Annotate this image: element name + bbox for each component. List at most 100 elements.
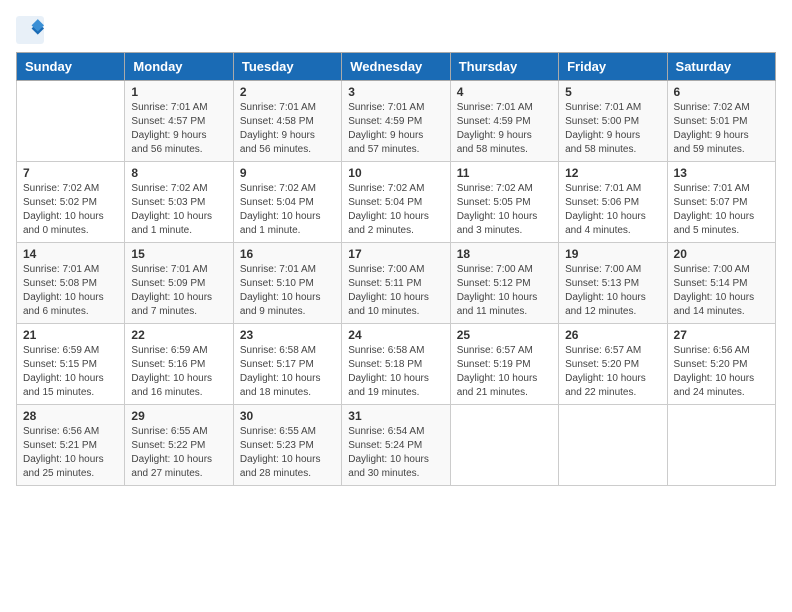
day-info: Sunrise: 7:01 AM Sunset: 5:08 PM Dayligh… <box>23 263 118 319</box>
day-number: 31 <box>348 409 443 423</box>
day-info: Sunrise: 7:00 AM Sunset: 5:11 PM Dayligh… <box>348 263 443 319</box>
day-info: Sunrise: 7:01 AM Sunset: 5:00 PM Dayligh… <box>565 101 660 157</box>
calendar-cell: 10 Sunrise: 7:02 AM Sunset: 5:04 PM Dayli… <box>342 162 450 243</box>
day-number: 6 <box>674 85 769 99</box>
day-number: 5 <box>565 85 660 99</box>
calendar-cell: 28Sunrise: 6:56 AM Sunset: 5:21 PM Dayli… <box>17 405 125 486</box>
day-number: 10 <box>348 166 443 180</box>
day-number: 17 <box>348 247 443 261</box>
day-info: Sunrise: 6:54 AM Sunset: 5:24 PM Dayligh… <box>348 425 443 481</box>
calendar-week-2: 7 Sunrise: 7:02 AM Sunset: 5:02 PM Daylig… <box>17 162 776 243</box>
calendar-cell <box>450 405 558 486</box>
weekday-header-friday: Friday <box>559 53 667 81</box>
day-info: Sunrise: 6:57 AM Sunset: 5:20 PM Dayligh… <box>565 344 660 400</box>
day-info: Sunrise: 7:02 AM Sunset: 5:05 PM Dayligh… <box>457 182 552 238</box>
calendar-cell: 26 Sunrise: 6:57 AM Sunset: 5:20 PM Dayli… <box>559 324 667 405</box>
day-info: Sunrise: 6:58 AM Sunset: 5:18 PM Dayligh… <box>348 344 443 400</box>
day-number: 11 <box>457 166 552 180</box>
calendar-cell: 22 Sunrise: 6:59 AM Sunset: 5:16 PM Dayli… <box>125 324 233 405</box>
day-number: 14 <box>23 247 118 261</box>
day-info: Sunrise: 7:01 AM Sunset: 4:57 PM Dayligh… <box>131 101 226 157</box>
day-info: Sunrise: 6:59 AM Sunset: 5:16 PM Dayligh… <box>131 344 226 400</box>
day-info: Sunrise: 6:56 AM Sunset: 5:20 PM Dayligh… <box>674 344 769 400</box>
calendar-cell: 25 Sunrise: 6:57 AM Sunset: 5:19 PM Dayli… <box>450 324 558 405</box>
calendar-cell: 27Sunrise: 6:56 AM Sunset: 5:20 PM Dayli… <box>667 324 775 405</box>
weekday-header-row: SundayMondayTuesdayWednesdayThursdayFrid… <box>17 53 776 81</box>
calendar-body: 1 Sunrise: 7:01 AM Sunset: 4:57 PM Daylig… <box>17 81 776 486</box>
calendar-cell <box>559 405 667 486</box>
day-number: 29 <box>131 409 226 423</box>
day-number: 20 <box>674 247 769 261</box>
calendar-cell: 15 Sunrise: 7:01 AM Sunset: 5:09 PM Dayli… <box>125 243 233 324</box>
day-number: 15 <box>131 247 226 261</box>
calendar-cell: 12 Sunrise: 7:01 AM Sunset: 5:06 PM Dayli… <box>559 162 667 243</box>
calendar-cell: 21 Sunrise: 6:59 AM Sunset: 5:15 PM Dayli… <box>17 324 125 405</box>
day-info: Sunrise: 6:55 AM Sunset: 5:22 PM Dayligh… <box>131 425 226 481</box>
day-info: Sunrise: 7:00 AM Sunset: 5:14 PM Dayligh… <box>674 263 769 319</box>
day-info: Sunrise: 7:02 AM Sunset: 5:03 PM Dayligh… <box>131 182 226 238</box>
day-number: 12 <box>565 166 660 180</box>
weekday-header-sunday: Sunday <box>17 53 125 81</box>
calendar-cell: 23Sunrise: 6:58 AM Sunset: 5:17 PM Dayli… <box>233 324 341 405</box>
calendar-cell: 11 Sunrise: 7:02 AM Sunset: 5:05 PM Dayli… <box>450 162 558 243</box>
day-number: 4 <box>457 85 552 99</box>
calendar-cell <box>17 81 125 162</box>
calendar-table: SundayMondayTuesdayWednesdayThursdayFrid… <box>16 52 776 486</box>
calendar-cell: 7 Sunrise: 7:02 AM Sunset: 5:02 PM Daylig… <box>17 162 125 243</box>
day-number: 26 <box>565 328 660 342</box>
day-info: Sunrise: 7:01 AM Sunset: 4:59 PM Dayligh… <box>457 101 552 157</box>
calendar-cell: 14 Sunrise: 7:01 AM Sunset: 5:08 PM Dayli… <box>17 243 125 324</box>
calendar-cell: 20 Sunrise: 7:00 AM Sunset: 5:14 PM Dayli… <box>667 243 775 324</box>
day-info: Sunrise: 6:57 AM Sunset: 5:19 PM Dayligh… <box>457 344 552 400</box>
calendar-cell: 16 Sunrise: 7:01 AM Sunset: 5:10 PM Dayli… <box>233 243 341 324</box>
day-info: Sunrise: 6:55 AM Sunset: 5:23 PM Dayligh… <box>240 425 335 481</box>
day-number: 24 <box>348 328 443 342</box>
day-number: 21 <box>23 328 118 342</box>
day-number: 19 <box>565 247 660 261</box>
calendar-cell <box>667 405 775 486</box>
day-number: 3 <box>348 85 443 99</box>
weekday-header-thursday: Thursday <box>450 53 558 81</box>
day-info: Sunrise: 7:01 AM Sunset: 5:10 PM Dayligh… <box>240 263 335 319</box>
day-number: 1 <box>131 85 226 99</box>
day-info: Sunrise: 7:01 AM Sunset: 4:58 PM Dayligh… <box>240 101 335 157</box>
calendar-cell: 29 Sunrise: 6:55 AM Sunset: 5:22 PM Dayli… <box>125 405 233 486</box>
calendar-cell: 30 Sunrise: 6:55 AM Sunset: 5:23 PM Dayli… <box>233 405 341 486</box>
calendar-cell: 8Sunrise: 7:02 AM Sunset: 5:03 PM Daylig… <box>125 162 233 243</box>
weekday-header-saturday: Saturday <box>667 53 775 81</box>
calendar-cell: 4 Sunrise: 7:01 AM Sunset: 4:59 PM Daylig… <box>450 81 558 162</box>
day-info: Sunrise: 7:00 AM Sunset: 5:13 PM Dayligh… <box>565 263 660 319</box>
page-header <box>16 16 776 44</box>
day-info: Sunrise: 7:00 AM Sunset: 5:12 PM Dayligh… <box>457 263 552 319</box>
day-number: 18 <box>457 247 552 261</box>
calendar-cell: 5 Sunrise: 7:01 AM Sunset: 5:00 PM Daylig… <box>559 81 667 162</box>
day-number: 13 <box>674 166 769 180</box>
day-number: 30 <box>240 409 335 423</box>
day-info: Sunrise: 6:59 AM Sunset: 5:15 PM Dayligh… <box>23 344 118 400</box>
day-number: 16 <box>240 247 335 261</box>
day-info: Sunrise: 7:02 AM Sunset: 5:04 PM Dayligh… <box>348 182 443 238</box>
calendar-cell: 2 Sunrise: 7:01 AM Sunset: 4:58 PM Daylig… <box>233 81 341 162</box>
calendar-cell: 31 Sunrise: 6:54 AM Sunset: 5:24 PM Dayli… <box>342 405 450 486</box>
day-number: 2 <box>240 85 335 99</box>
calendar-cell: 6 Sunrise: 7:02 AM Sunset: 5:01 PM Daylig… <box>667 81 775 162</box>
day-number: 25 <box>457 328 552 342</box>
calendar-cell: 13 Sunrise: 7:01 AM Sunset: 5:07 PM Dayli… <box>667 162 775 243</box>
calendar-week-5: 28Sunrise: 6:56 AM Sunset: 5:21 PM Dayli… <box>17 405 776 486</box>
day-number: 28 <box>23 409 118 423</box>
weekday-header-monday: Monday <box>125 53 233 81</box>
day-info: Sunrise: 7:01 AM Sunset: 5:06 PM Dayligh… <box>565 182 660 238</box>
day-info: Sunrise: 7:01 AM Sunset: 4:59 PM Dayligh… <box>348 101 443 157</box>
day-number: 7 <box>23 166 118 180</box>
generalblue-logo-icon <box>16 16 44 44</box>
calendar-cell: 18 Sunrise: 7:00 AM Sunset: 5:12 PM Dayli… <box>450 243 558 324</box>
day-info: Sunrise: 7:01 AM Sunset: 5:07 PM Dayligh… <box>674 182 769 238</box>
calendar-week-3: 14 Sunrise: 7:01 AM Sunset: 5:08 PM Dayli… <box>17 243 776 324</box>
day-info: Sunrise: 7:02 AM Sunset: 5:01 PM Dayligh… <box>674 101 769 157</box>
day-info: Sunrise: 7:02 AM Sunset: 5:02 PM Dayligh… <box>23 182 118 238</box>
day-number: 22 <box>131 328 226 342</box>
day-number: 9 <box>240 166 335 180</box>
day-info: Sunrise: 7:01 AM Sunset: 5:09 PM Dayligh… <box>131 263 226 319</box>
calendar-cell: 24 Sunrise: 6:58 AM Sunset: 5:18 PM Dayli… <box>342 324 450 405</box>
calendar-cell: 19 Sunrise: 7:00 AM Sunset: 5:13 PM Dayli… <box>559 243 667 324</box>
